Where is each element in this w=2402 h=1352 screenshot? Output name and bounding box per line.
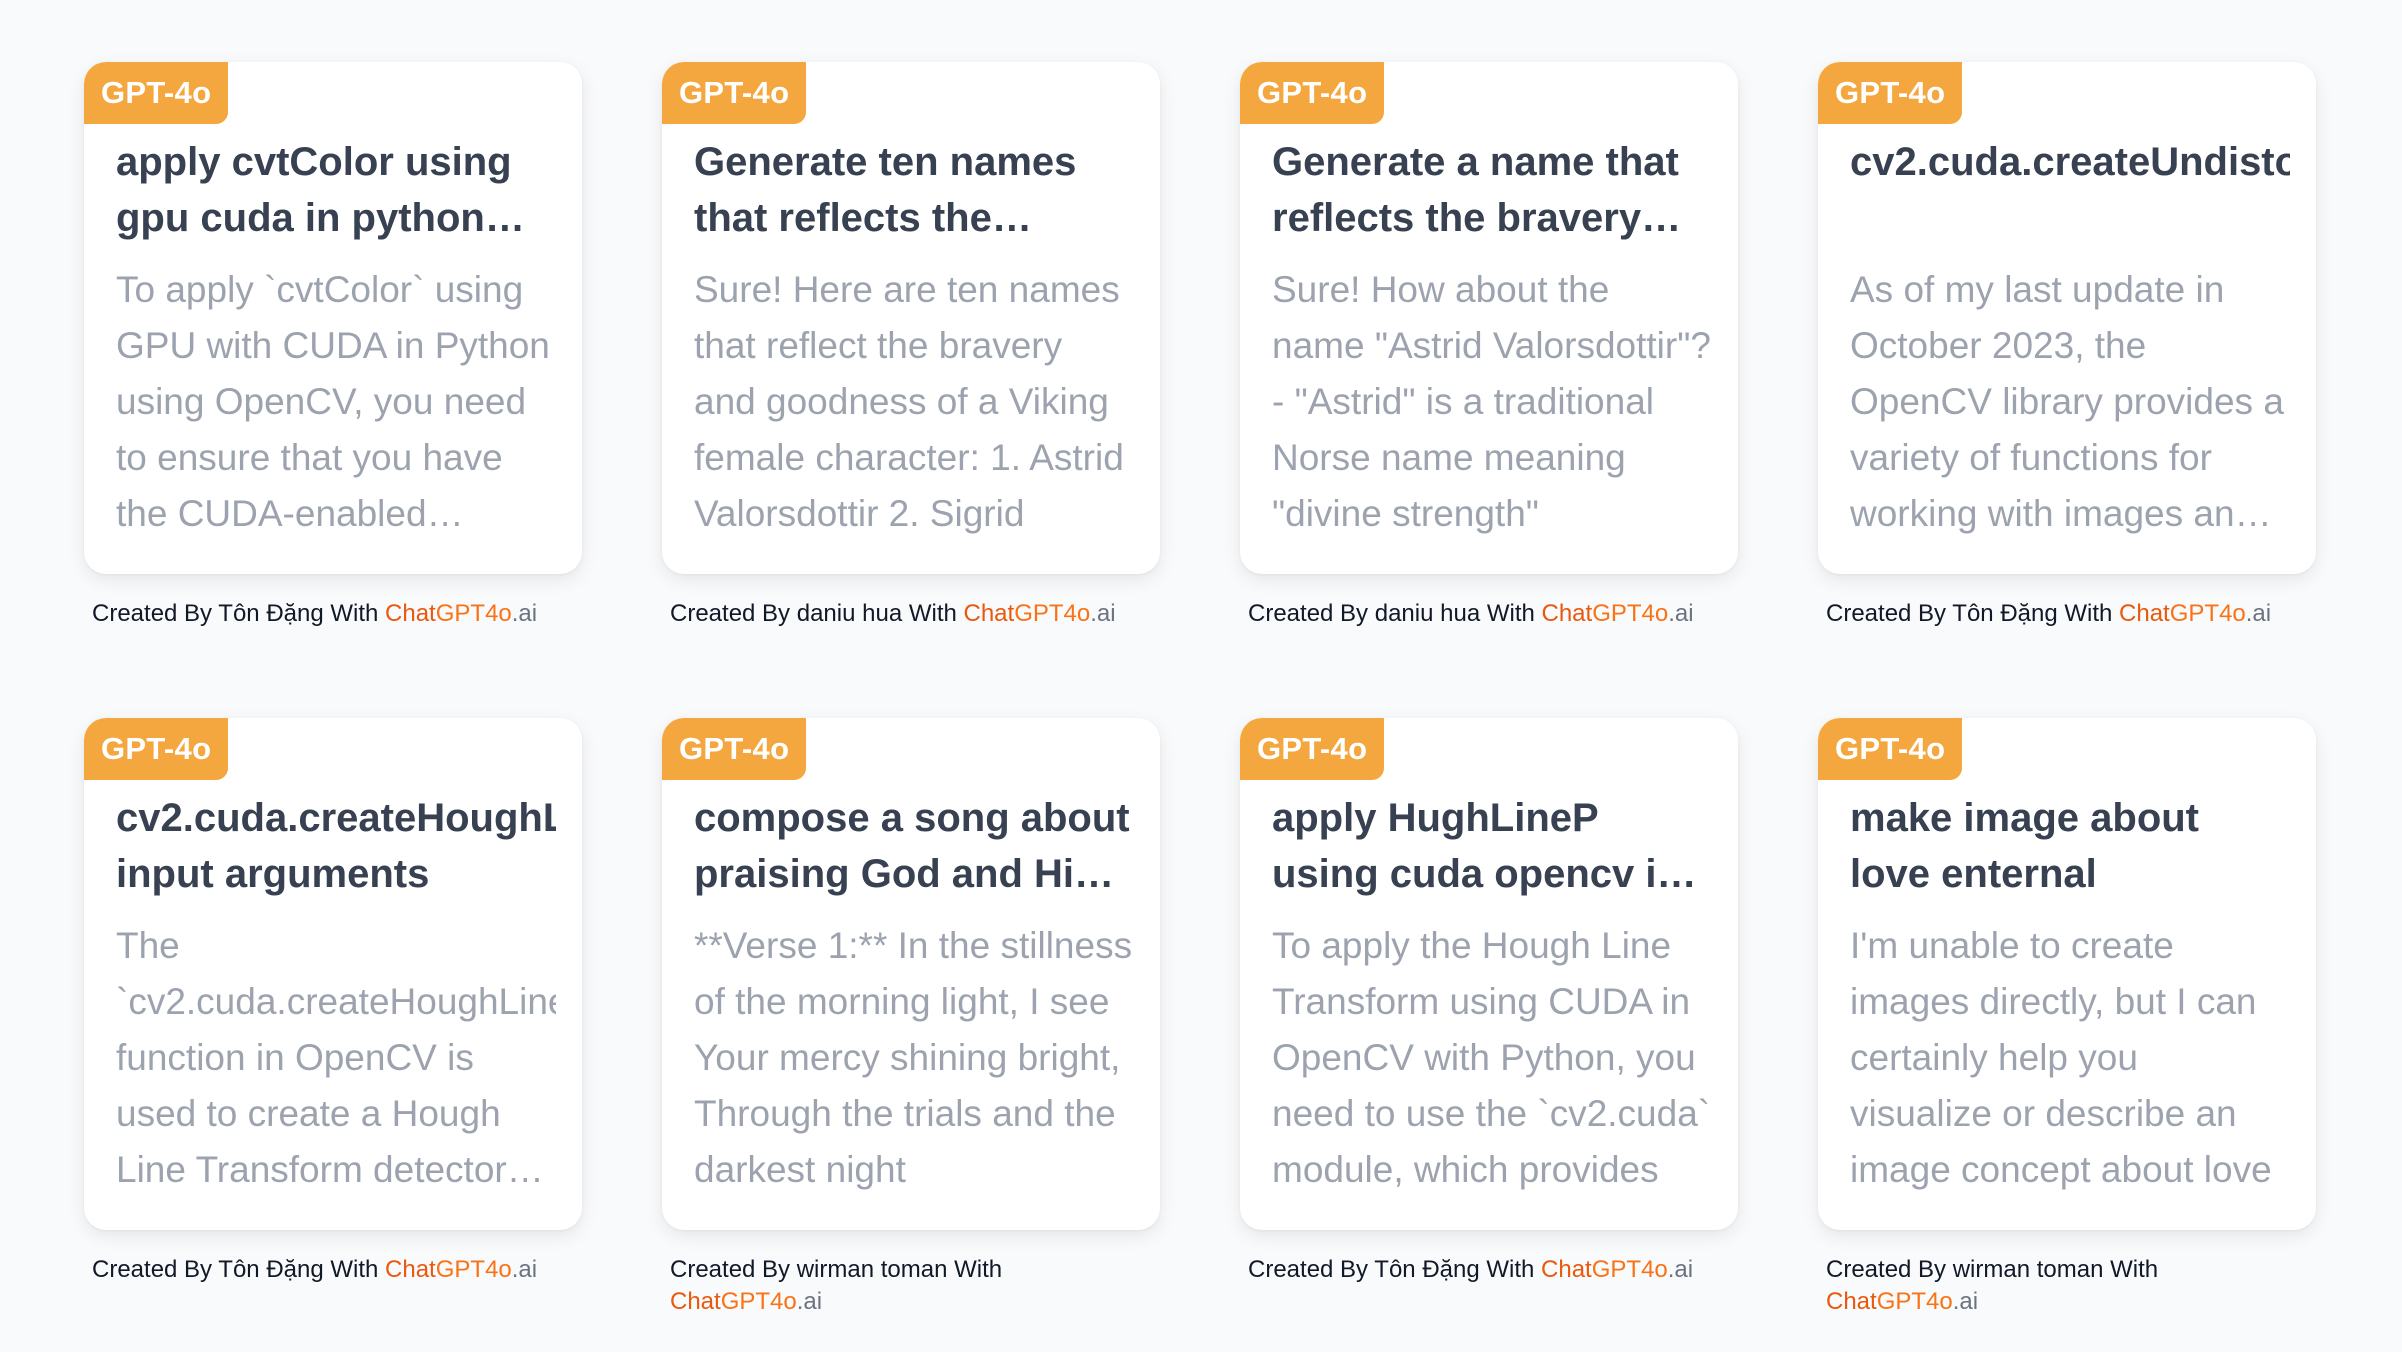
model-badge: GPT-4o — [1240, 62, 1385, 124]
brand-link[interactable]: ChatGPT4o.ai — [385, 1256, 537, 1283]
model-badge: GPT-4o — [1240, 718, 1385, 780]
card-excerpt: Sure! How about the name "Astrid Valorsd… — [1272, 269, 1711, 534]
model-badge: GPT-4o — [662, 62, 807, 124]
brand-link[interactable]: ChatGPT4o.ai — [1541, 1256, 1693, 1283]
card-cell: GPT-4o Generate ten names that reflects … — [662, 62, 1160, 718]
card-excerpt: Sure! Here are ten names that reflect th… — [694, 269, 1124, 534]
credit-text: Created By Tôn Đặng With — [92, 600, 386, 627]
card-title[interactable]: compose a song about praising God and Hi… — [694, 790, 1134, 902]
model-badge: GPT-4o — [662, 718, 807, 780]
card-cell: GPT-4o Generate a name that reflects the… — [1240, 62, 1738, 718]
chat-card[interactable]: GPT-4o Generate a name that reflects the… — [1240, 62, 1738, 574]
card-title[interactable]: cv2.cuda.createHoughLinesDetector input … — [116, 790, 556, 902]
card-credit: Created By wirman toman With ChatGPT4o.a… — [1826, 1254, 2316, 1318]
credit-text: Created By wirman toman With — [1826, 1256, 2159, 1283]
card-cell: GPT-4o apply cvtColor using gpu cuda in … — [84, 62, 582, 718]
card-title[interactable]: cv2.cuda.createUndistortImage — [1850, 134, 2290, 246]
card-grid: GPT-4o apply cvtColor using gpu cuda in … — [84, 62, 2316, 1352]
chat-card[interactable]: GPT-4o compose a song about praising God… — [662, 718, 1160, 1230]
card-title[interactable]: apply cvtColor using gpu cuda in python … — [116, 134, 556, 246]
card-excerpt: To apply `cvtColor` using GPU with CUDA … — [116, 269, 550, 534]
card-excerpt: The `cv2.cuda.createHoughLinesDetector` … — [116, 925, 556, 1190]
card-excerpt: As of my last update in October 2023, th… — [1850, 269, 2284, 534]
brand-link[interactable]: ChatGPT4o.ai — [964, 600, 1116, 627]
chat-card[interactable]: GPT-4o apply cvtColor using gpu cuda in … — [84, 62, 582, 574]
credit-text: Created By wirman toman With — [670, 1256, 1003, 1283]
chat-card[interactable]: GPT-4o Generate ten names that reflects … — [662, 62, 1160, 574]
model-badge: GPT-4o — [1818, 62, 1963, 124]
card-title[interactable]: Generate ten names that reflects the bra… — [694, 134, 1134, 246]
card-credit: Created By daniu hua With ChatGPT4o.ai — [670, 598, 1160, 630]
card-credit: Created By Tôn Đặng With ChatGPT4o.ai — [1826, 598, 2316, 630]
card-excerpt: I'm unable to create images directly, bu… — [1850, 925, 2272, 1190]
card-cell: GPT-4o compose a song about praising God… — [662, 718, 1160, 1352]
model-badge: GPT-4o — [84, 718, 229, 780]
chat-card[interactable]: GPT-4o make image about love enternal I'… — [1818, 718, 2316, 1230]
model-badge: GPT-4o — [84, 62, 229, 124]
brand-link[interactable]: ChatGPT4o.ai — [670, 1288, 822, 1315]
card-credit: Created By Tôn Đặng With ChatGPT4o.ai — [92, 598, 582, 630]
card-cell: GPT-4o cv2.cuda.createUndistortImage As … — [1818, 62, 2316, 718]
chat-card[interactable]: GPT-4o cv2.cuda.createHoughLinesDetector… — [84, 718, 582, 1230]
card-excerpt: To apply the Hough Line Transform using … — [1272, 925, 1711, 1190]
brand-link[interactable]: ChatGPT4o.ai — [1826, 1288, 1978, 1315]
card-cell: GPT-4o make image about love enternal I'… — [1818, 718, 2316, 1352]
credit-text: Created By daniu hua With — [670, 600, 964, 627]
credit-text: Created By Tôn Đặng With — [1248, 1256, 1542, 1283]
card-cell: GPT-4o apply HughLineP using cuda opencv… — [1240, 718, 1738, 1352]
card-title[interactable]: make image about love enternal — [1850, 790, 2290, 902]
card-credit: Created By Tôn Đặng With ChatGPT4o.ai — [1248, 1254, 1738, 1286]
credit-text: Created By daniu hua With — [1248, 600, 1542, 627]
credit-text: Created By Tôn Đặng With — [92, 1256, 386, 1283]
card-excerpt: **Verse 1:** In the stillness of the mor… — [694, 925, 1133, 1190]
card-cell: GPT-4o cv2.cuda.createHoughLinesDetector… — [84, 718, 582, 1352]
chat-card[interactable]: GPT-4o cv2.cuda.createUndistortImage As … — [1818, 62, 2316, 574]
card-title[interactable]: Generate a name that reflects the braver… — [1272, 134, 1712, 246]
card-credit: Created By Tôn Đặng With ChatGPT4o.ai — [92, 1254, 582, 1286]
card-title[interactable]: apply HughLineP using cuda opencv in pyt… — [1272, 790, 1712, 902]
brand-link[interactable]: ChatGPT4o.ai — [2119, 600, 2271, 627]
card-credit: Created By wirman toman With ChatGPT4o.a… — [670, 1254, 1160, 1318]
credit-text: Created By Tôn Đặng With — [1826, 600, 2120, 627]
chat-card[interactable]: GPT-4o apply HughLineP using cuda opencv… — [1240, 718, 1738, 1230]
card-credit: Created By daniu hua With ChatGPT4o.ai — [1248, 598, 1738, 630]
brand-link[interactable]: ChatGPT4o.ai — [1542, 600, 1694, 627]
model-badge: GPT-4o — [1818, 718, 1963, 780]
brand-link[interactable]: ChatGPT4o.ai — [385, 600, 537, 627]
